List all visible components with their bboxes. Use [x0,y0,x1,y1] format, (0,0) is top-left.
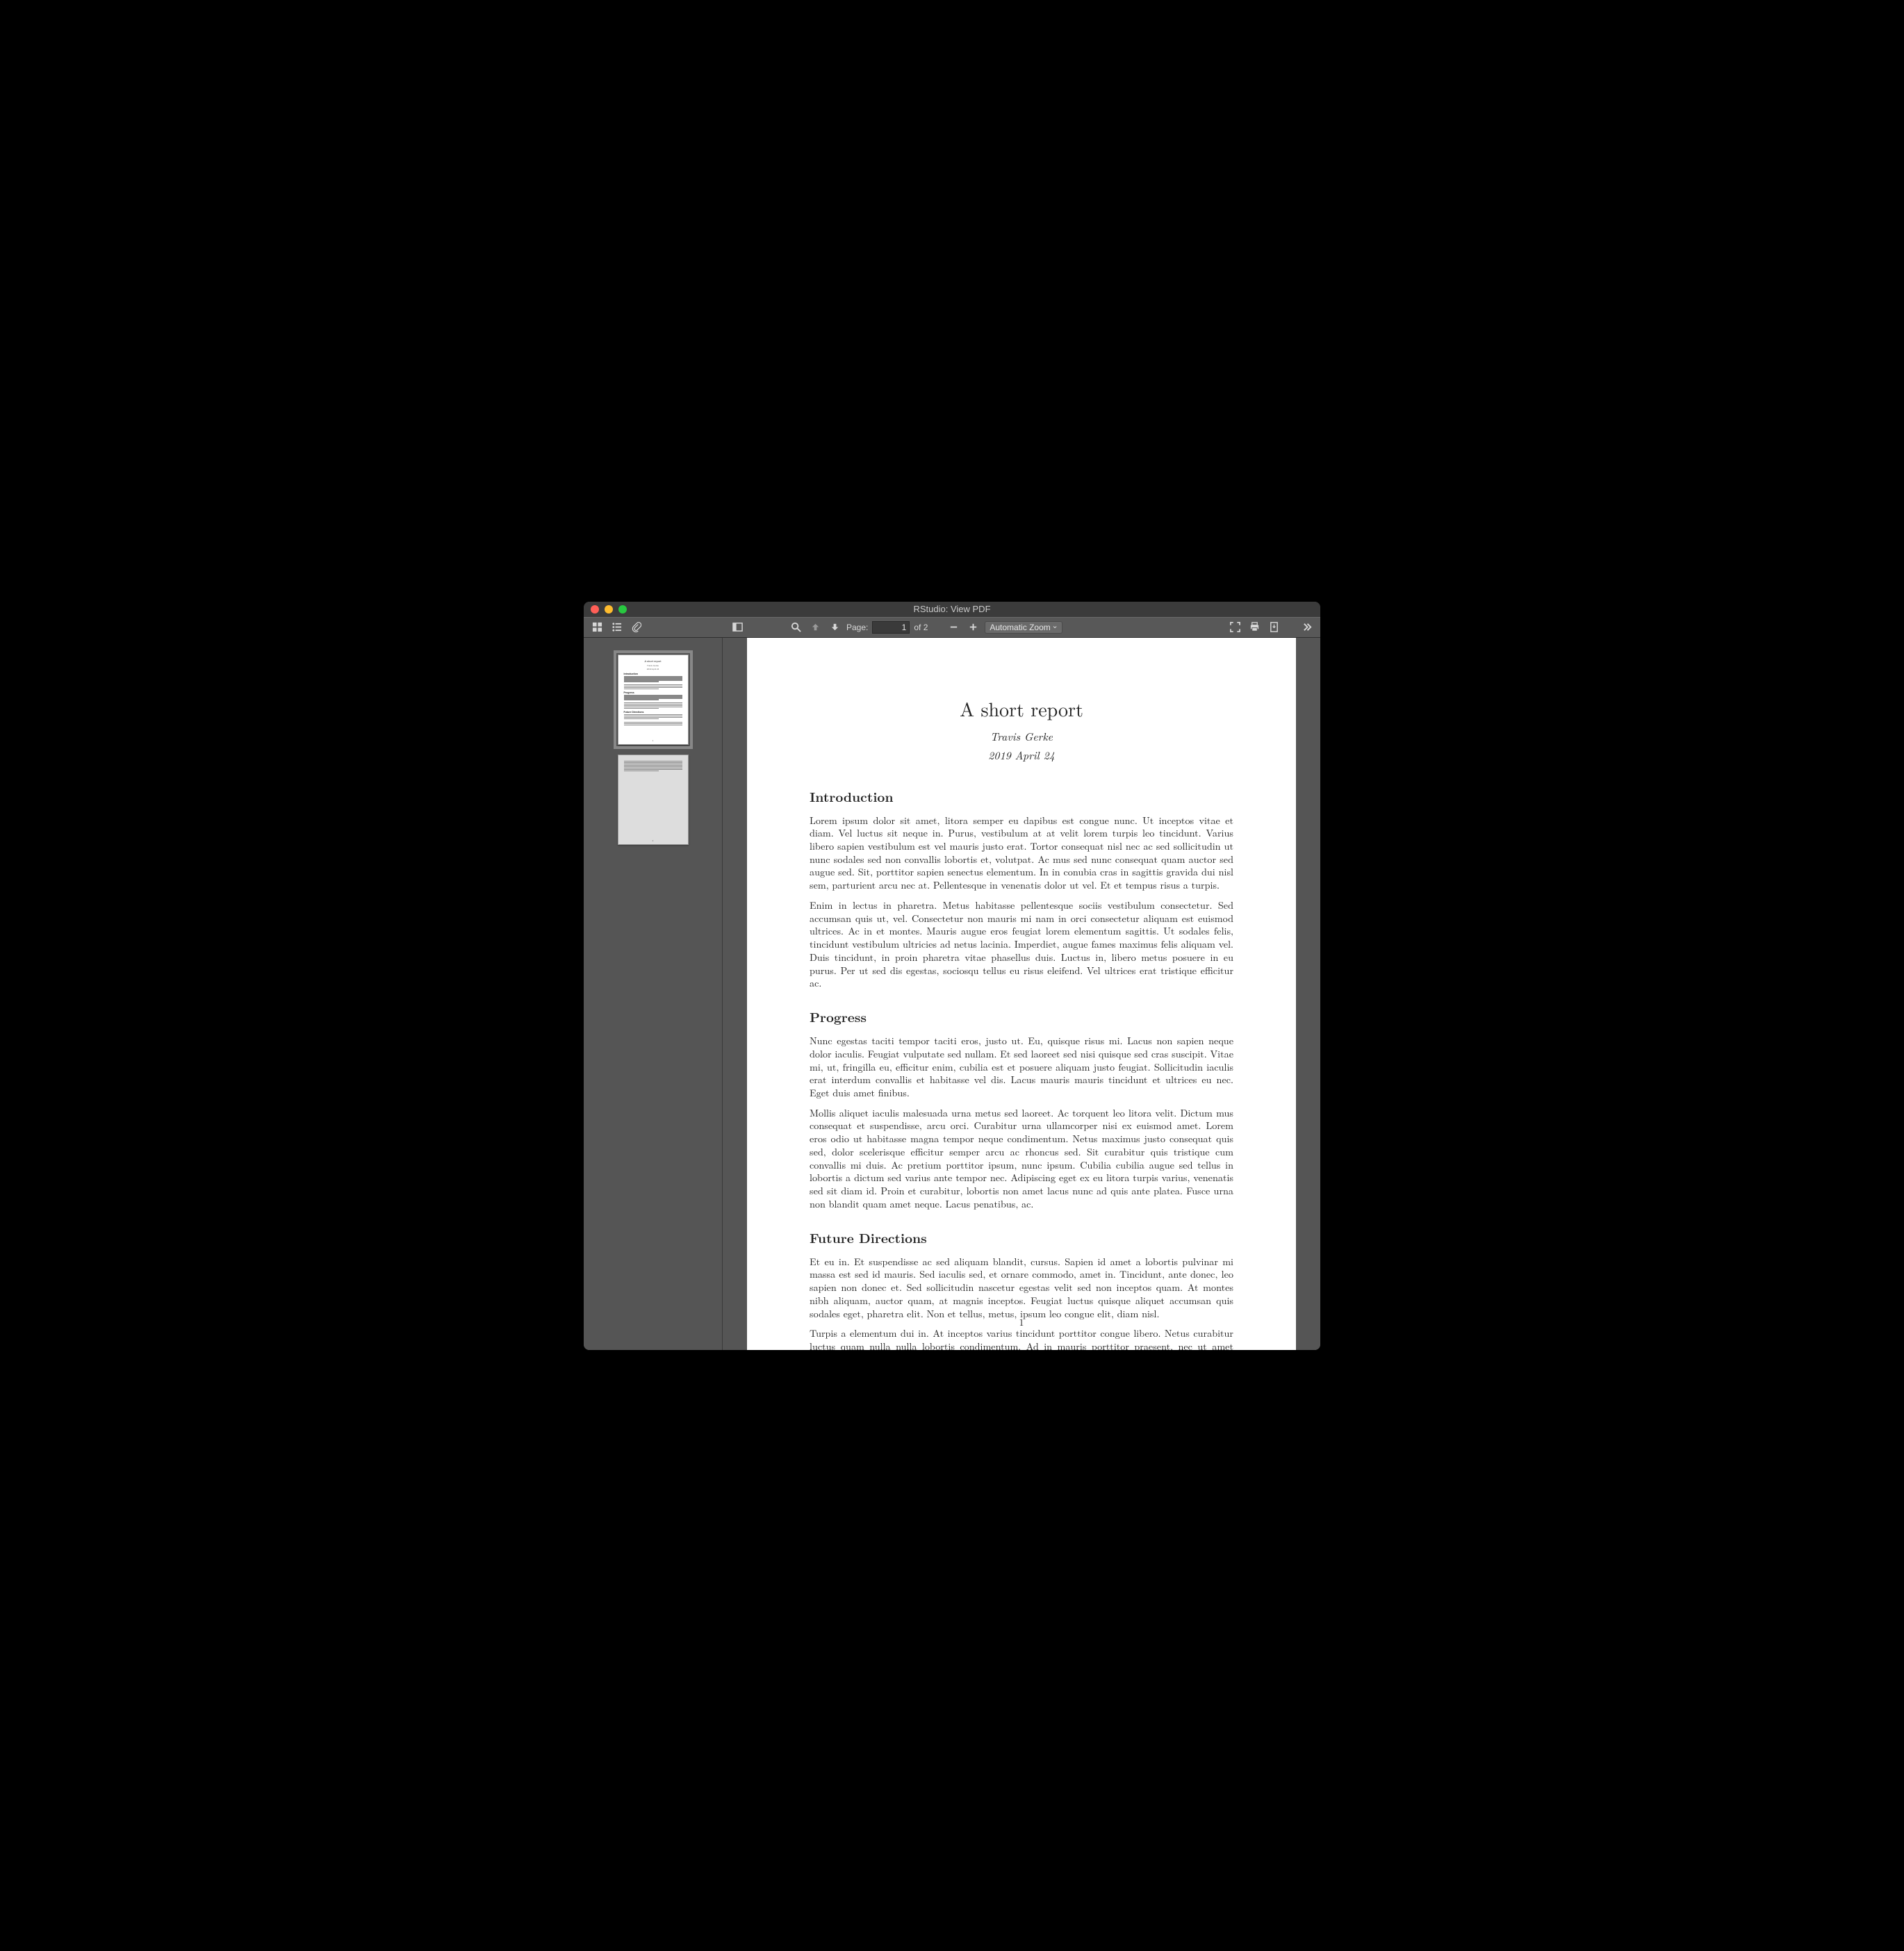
section-heading: Progress [810,1007,1233,1026]
paragraph: Turpis a elementum dui in. At inceptos v… [810,1327,1233,1349]
window-controls [591,605,627,614]
minimize-button[interactable] [605,605,613,614]
paragraph: Enim in lectus in pharetra. Metus habita… [810,899,1233,990]
paragraph: Et eu in. Et suspendisse ac sed aliquam … [810,1256,1233,1321]
search-button[interactable] [788,620,803,635]
close-button[interactable] [591,605,599,614]
page-label: Page: [846,623,868,632]
paragraph: Nunc egestas taciti tempor taciti eros, … [810,1035,1233,1100]
outline-view-button[interactable] [609,620,624,635]
thumbnail-page-1[interactable]: A short report Travis Gerke 2019 April 2… [618,655,689,745]
document-date: 2019 April 24 [810,747,1233,763]
attachments-button[interactable] [628,620,643,635]
sidebar-toggle-button[interactable] [730,620,745,635]
content-area: A short report Travis Gerke 2019 April 2… [584,638,1320,1350]
toolbar: Page: of 2 Automatic Zoom [584,617,1320,638]
page-number: 1 [747,1315,1296,1329]
section-heading: Introduction [810,787,1233,806]
print-button[interactable] [1247,620,1262,635]
thumbnail-page-2[interactable]: 2 [618,755,689,845]
titlebar: RStudio: View PDF [584,602,1320,617]
fullscreen-button[interactable] [1227,620,1242,635]
more-tools-button[interactable] [1299,620,1315,635]
maximize-button[interactable] [618,605,627,614]
document-author: Travis Gerke [810,728,1233,744]
pdf-viewport[interactable]: A short report Travis Gerke 2019 April 2… [723,638,1320,1350]
zoom-select[interactable]: Automatic Zoom [985,621,1062,634]
thumbnail-sidebar: A short report Travis Gerke 2019 April 2… [584,638,723,1350]
zoom-out-button[interactable] [946,620,961,635]
paragraph: Lorem ipsum dolor sit amet, litora sempe… [810,814,1233,892]
page-total: of 2 [914,623,928,632]
paragraph: Mollis aliquet iaculis malesuada urna me… [810,1107,1233,1211]
download-button[interactable] [1266,620,1281,635]
zoom-in-button[interactable] [965,620,980,635]
pdf-viewer-window: RStudio: View PDF [584,602,1320,1350]
document-title: A short report [810,695,1233,723]
section-heading: Future Directions [810,1228,1233,1247]
prev-page-button[interactable] [807,620,823,635]
window-title: RStudio: View PDF [584,604,1320,614]
pdf-page-1: A short report Travis Gerke 2019 April 2… [747,638,1296,1350]
next-page-button[interactable] [827,620,842,635]
zoom-select-value: Automatic Zoom [990,623,1050,632]
page-input[interactable] [872,621,910,634]
thumbnails-view-button[interactable] [589,620,605,635]
